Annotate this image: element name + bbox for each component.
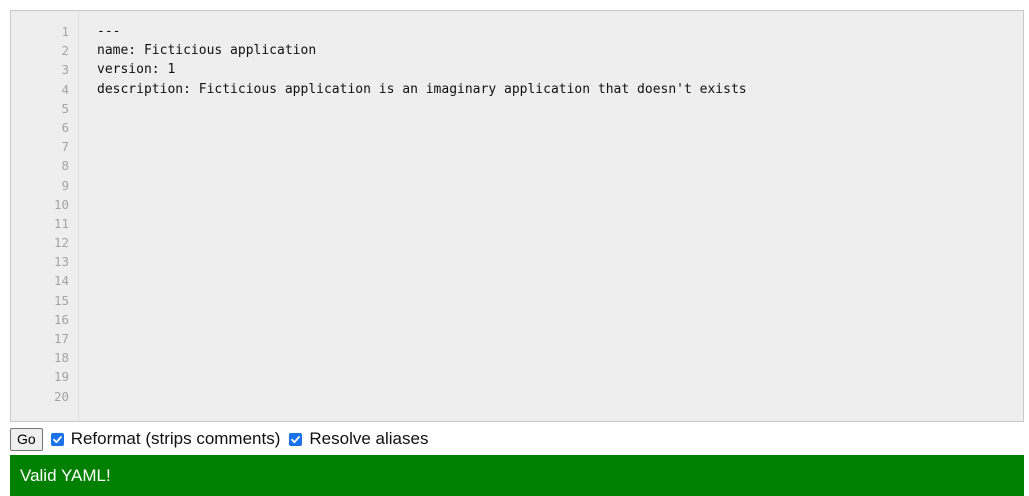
line-number: 11 (53, 215, 69, 231)
code-line[interactable]: description: Ficticious application is a… (97, 80, 1023, 99)
line-number: 5 (61, 100, 69, 116)
line-number: 1 (61, 24, 69, 39)
code-line[interactable]: name: Ficticious application (97, 41, 1023, 60)
resolve-aliases-label[interactable]: Resolve aliases (309, 429, 428, 449)
line-number-gutter: 1 2 3 4 5 6 7 8 9 10 11 12 13 14 15 16 1… (11, 11, 79, 421)
reformat-label[interactable]: Reformat (strips comments) (71, 429, 281, 449)
line-number: 8 (61, 158, 69, 174)
line-number: 4 (61, 81, 69, 97)
controls-bar: Go Reformat (strips comments) Resolve al… (10, 427, 437, 451)
line-number: 17 (53, 331, 69, 346)
line-number: 19 (53, 369, 69, 385)
line-number: 13 (53, 254, 69, 270)
line-number: 6 (61, 119, 69, 135)
checkmark-icon (52, 435, 62, 443)
line-number: 12 (53, 235, 69, 251)
line-number: 16 (53, 311, 69, 327)
line-number: 10 (53, 196, 69, 212)
line-number: 2 (61, 43, 69, 59)
code-line[interactable]: --- (97, 22, 1023, 41)
line-number: 20 (53, 388, 69, 404)
line-number: 15 (53, 292, 69, 308)
code-area[interactable]: --- name: Ficticious application version… (97, 22, 1023, 99)
line-number: 14 (53, 273, 69, 289)
code-line[interactable]: version: 1 (97, 60, 1023, 79)
yaml-editor[interactable]: 1 2 3 4 5 6 7 8 9 10 11 12 13 14 15 16 1… (10, 10, 1024, 422)
validation-status: Valid YAML! (10, 455, 1024, 496)
line-number: 18 (53, 350, 69, 366)
line-number: 9 (61, 177, 69, 193)
reformat-checkbox[interactable] (50, 432, 64, 446)
checkmark-icon (291, 435, 301, 443)
go-button[interactable]: Go (10, 427, 43, 451)
line-number: 7 (61, 139, 69, 155)
resolve-aliases-checkbox[interactable] (289, 432, 303, 446)
line-number: 3 (61, 62, 69, 78)
